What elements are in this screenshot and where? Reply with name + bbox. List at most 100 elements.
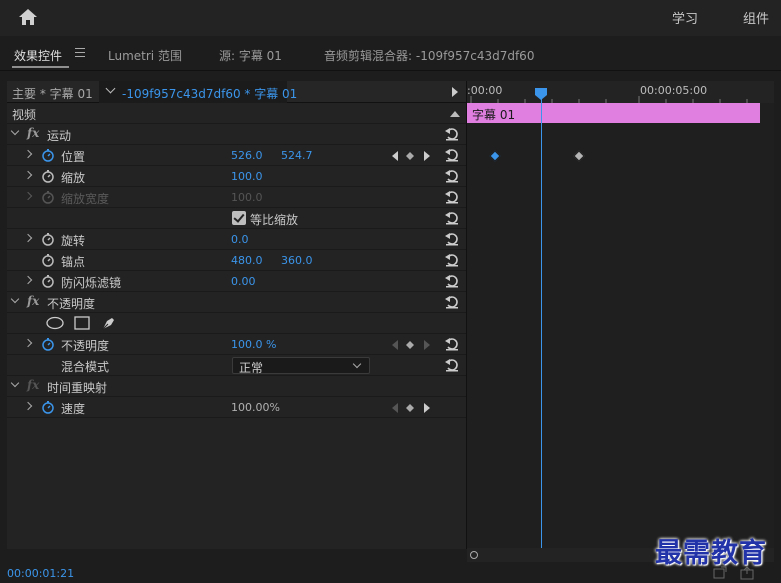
- playhead-handle[interactable]: [535, 88, 547, 100]
- blend-mode-select[interactable]: 正常: [232, 357, 370, 375]
- tab-lumetri-scopes[interactable]: Lumetri 范围: [108, 47, 182, 64]
- stopwatch-active-icon[interactable]: [41, 337, 55, 351]
- fx-icon[interactable]: fx: [27, 294, 39, 308]
- scale-width-row: 缩放宽度 100.0: [7, 187, 467, 208]
- keyframe-marker[interactable]: [489, 150, 501, 162]
- speed-row: 速度 100.00%: [7, 397, 467, 418]
- position-y-value[interactable]: 524.7: [281, 149, 313, 162]
- stopwatch-active-icon[interactable]: [41, 148, 55, 162]
- anti-flicker-value[interactable]: 0.00: [231, 275, 256, 288]
- scale-width-label: 缩放宽度: [61, 192, 110, 206]
- anchor-y-value[interactable]: 360.0: [281, 254, 313, 267]
- opacity-effect-row[interactable]: fx 不透明度: [7, 292, 467, 313]
- sequence-clip-label: -109f957c43d7df60 * 字幕 01: [122, 87, 298, 101]
- time-remap-effect-row[interactable]: fx 时间重映射: [7, 376, 467, 397]
- master-clip-label[interactable]: 主要 * 字幕 01: [12, 85, 93, 102]
- rotation-label: 旋转: [61, 234, 86, 248]
- collapse-up-icon[interactable]: [450, 110, 460, 117]
- video-section-header: 视频: [7, 103, 467, 124]
- motion-label: 运动: [47, 129, 72, 143]
- stopwatch-icon[interactable]: [41, 253, 55, 267]
- rotation-value[interactable]: 0.0: [231, 233, 249, 246]
- twirl-closed-icon[interactable]: [23, 401, 33, 411]
- reset-icon[interactable]: [444, 231, 460, 247]
- reset-icon[interactable]: [444, 126, 460, 142]
- current-timecode[interactable]: 00:00:01:21: [7, 567, 74, 580]
- playhead-line[interactable]: [541, 91, 542, 548]
- uniform-scale-checkbox[interactable]: [232, 211, 246, 225]
- reset-icon[interactable]: [444, 336, 460, 352]
- components-link[interactable]: 组件: [743, 8, 769, 27]
- position-label: 位置: [61, 150, 86, 164]
- motion-effect-row[interactable]: fx 运动: [7, 124, 467, 145]
- reset-icon[interactable]: [444, 147, 460, 163]
- tab-source[interactable]: 源: 字幕 01: [219, 47, 282, 64]
- clip-bar-label: 字幕 01: [472, 108, 516, 122]
- scale-label: 缩放: [61, 171, 86, 185]
- reset-icon[interactable]: [444, 168, 460, 184]
- position-x-value[interactable]: 526.0: [231, 149, 263, 162]
- mask-tools-row: [7, 313, 467, 334]
- active-tab-indicator: [12, 66, 69, 68]
- reset-icon[interactable]: [444, 294, 460, 310]
- panel-menu-icon[interactable]: [75, 48, 85, 57]
- clip-selector-bar: 主要 * 字幕 01 -109f957c43d7df60 * 字幕 01: [7, 81, 467, 103]
- reset-icon[interactable]: [444, 210, 460, 226]
- time-remap-label: 时间重映射: [47, 381, 108, 395]
- keyframe-marker[interactable]: [573, 150, 585, 162]
- twirl-closed-icon[interactable]: [23, 275, 33, 285]
- fx-icon[interactable]: fx: [27, 126, 39, 140]
- twirl-closed-icon[interactable]: [23, 149, 33, 159]
- scale-width-value: 100.0: [231, 191, 263, 204]
- blend-mode-value: 正常: [239, 361, 264, 375]
- scale-row: 缩放 100.0: [7, 166, 467, 187]
- home-icon[interactable]: [17, 6, 39, 28]
- watermark-text: 最需教育: [655, 538, 767, 569]
- sequence-clip-dropdown[interactable]: -109f957c43d7df60 * 字幕 01: [99, 81, 297, 103]
- stopwatch-icon[interactable]: [41, 169, 55, 183]
- reset-icon[interactable]: [444, 273, 460, 289]
- speed-value[interactable]: 100.00%: [231, 401, 280, 414]
- anti-flicker-row: 防闪烁滤镜 0.00: [7, 271, 467, 292]
- keyframe-nav-icon[interactable]: [391, 339, 441, 351]
- tab-audio-mixer[interactable]: 音频剪辑混合器: -109f957c43d7df60: [324, 47, 534, 64]
- anchor-x-value[interactable]: 480.0: [231, 254, 263, 267]
- anchor-row: 锚点 480.0 360.0: [7, 250, 467, 271]
- twirl-open-icon[interactable]: [10, 378, 20, 388]
- reset-icon[interactable]: [444, 357, 460, 373]
- pen-mask-icon[interactable]: [101, 315, 117, 331]
- reset-icon[interactable]: [444, 252, 460, 268]
- opacity-label: 不透明度: [61, 339, 110, 353]
- twirl-closed-icon[interactable]: [23, 338, 33, 348]
- opacity-section-label: 不透明度: [47, 297, 96, 311]
- chevron-down-icon: [105, 83, 116, 94]
- twirl-open-icon[interactable]: [10, 126, 20, 136]
- opacity-row: 不透明度 100.0 %: [7, 334, 467, 355]
- keyframe-nav-icon[interactable]: [391, 402, 441, 414]
- twirl-closed-icon: [23, 191, 33, 201]
- stopwatch-active-icon[interactable]: [41, 400, 55, 414]
- tab-effect-controls[interactable]: 效果控件: [14, 47, 62, 64]
- play-arrow-icon[interactable]: [452, 87, 458, 97]
- stopwatch-icon[interactable]: [41, 274, 55, 288]
- reset-icon[interactable]: [444, 189, 460, 205]
- keyframe-nav-icon[interactable]: [391, 150, 441, 162]
- scale-value[interactable]: 100.0: [231, 170, 263, 183]
- position-row: 位置 526.0 524.7: [7, 145, 467, 166]
- blend-mode-row: 混合模式 正常: [7, 355, 467, 376]
- anti-flicker-label: 防闪烁滤镜: [61, 276, 122, 290]
- time-ruler[interactable]: :00:00 00:00:05:00: [467, 81, 774, 103]
- opacity-value[interactable]: 100.0 %: [231, 338, 276, 351]
- rectangle-mask-icon[interactable]: [74, 316, 90, 330]
- learn-link[interactable]: 学习: [672, 8, 698, 27]
- fx-icon: fx: [27, 378, 40, 392]
- chevron-down-icon: [352, 359, 362, 369]
- scroll-handle[interactable]: [470, 551, 478, 559]
- stopwatch-icon[interactable]: [41, 232, 55, 246]
- clip-bar[interactable]: 字幕 01: [467, 103, 760, 123]
- twirl-closed-icon[interactable]: [23, 233, 33, 243]
- twirl-open-icon[interactable]: [10, 294, 20, 304]
- ellipse-mask-icon[interactable]: [46, 316, 64, 330]
- twirl-closed-icon[interactable]: [23, 170, 33, 180]
- uniform-scale-label: 等比缩放: [250, 213, 299, 227]
